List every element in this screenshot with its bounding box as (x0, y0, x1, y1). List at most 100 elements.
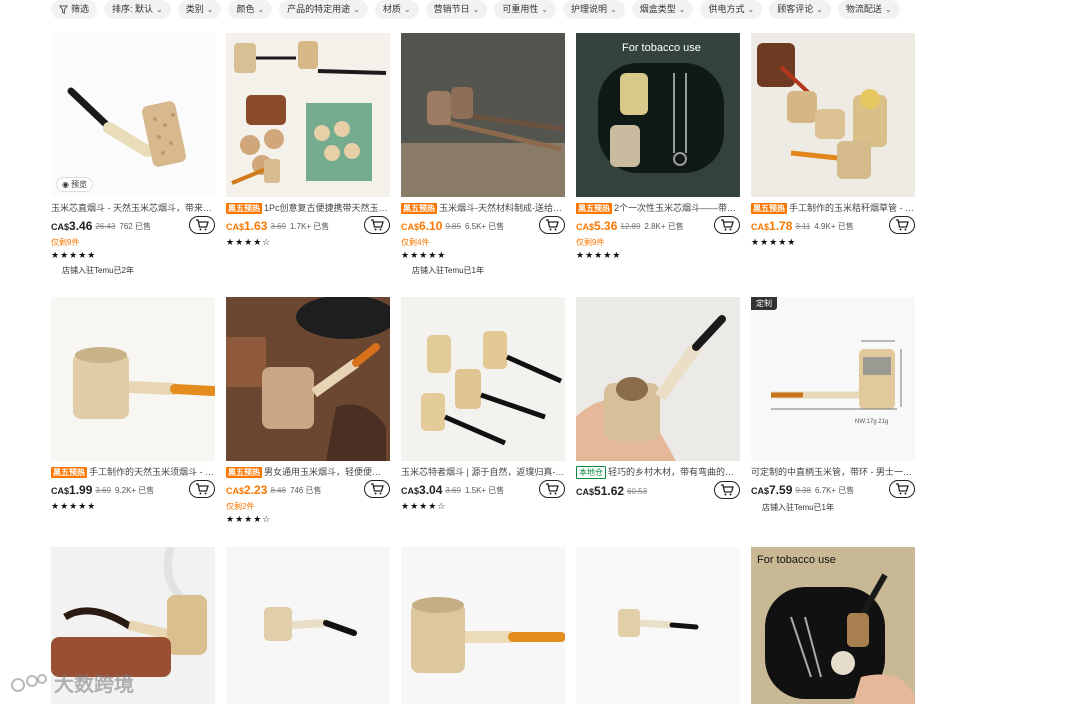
reviews-dropdown[interactable]: 顾客评论 ⌄ (769, 0, 831, 19)
product-image[interactable] (576, 547, 740, 704)
add-to-cart-button[interactable] (189, 480, 215, 498)
power-dropdown[interactable]: 供电方式 ⌄ (700, 0, 763, 19)
product-title[interactable]: 本地仓 轻巧的乡村木材，带有弯曲的黑色... (576, 466, 740, 479)
rating-stars: ★★★★★ (401, 250, 447, 260)
preview-badge[interactable]: ◉ 预览 (56, 177, 93, 192)
original-price: 9.38 (795, 485, 811, 495)
add-to-cart-button[interactable] (714, 216, 740, 234)
small-pipe-image (226, 547, 390, 704)
category-dropdown[interactable]: 类别 ⌄ (177, 0, 222, 19)
product-card[interactable]: For tobacco use 黑五预热 2个一次性玉米芯烟斗——带滤... CA… (576, 33, 740, 297)
product-card[interactable] (401, 547, 565, 704)
add-to-cart-button[interactable] (889, 216, 915, 234)
product-card[interactable]: For tobacco use (751, 547, 915, 704)
usage-dropdown[interactable]: 产品的特定用途 ⌄ (279, 0, 368, 19)
reusability-dropdown[interactable]: 可重用性 ⌄ (494, 0, 557, 19)
holiday-dropdown[interactable]: 营销节日 ⌄ (425, 0, 488, 19)
sort-dropdown[interactable]: 排序: 默认 ⌄ (104, 0, 171, 19)
product-card[interactable]: 黑五预热 手工制作的天然玉米须烟斗 - 可... CA$1.99 3.69 9.2… (51, 297, 215, 547)
product-title[interactable]: 可定制的中直柄玉米管，带环 - 男士一次... (751, 466, 915, 478)
product-image[interactable] (401, 33, 565, 197)
image-caption: NW:17g 21g (855, 419, 888, 425)
product-card[interactable]: 黑五预热 玉米烟斗-天然材料制成-送给父... CA$6.10 9.85 6.5K… (401, 33, 565, 297)
product-title[interactable]: 黑五预热 手工制作的天然玉米须烟斗 - 可... (51, 466, 215, 478)
holiday-label: 营销节日 (433, 4, 470, 14)
add-to-cart-button[interactable] (889, 480, 915, 498)
filter-button[interactable]: 筛选 (51, 0, 98, 19)
reusability-label: 可重用性 (502, 4, 539, 14)
price-row: CA$2.23 8.48 746 已售 (226, 480, 390, 499)
chevron-down-icon: ⌄ (541, 5, 549, 14)
product-card[interactable]: ◉ 预览 玉米芯直烟斗 - 天然玉米芯烟斗，带来顺... CA$3.46 26.… (51, 33, 215, 297)
product-title-text: 手工制作的天然玉米须烟斗 - 可... (89, 467, 215, 477)
sold-count: 6.7K+ 已售 (814, 485, 855, 495)
add-to-cart-button[interactable] (364, 480, 390, 498)
product-image[interactable] (401, 547, 565, 704)
stock-warning: 仅剩9件 (51, 238, 80, 247)
add-to-cart-button[interactable] (364, 216, 390, 234)
currency: CA$ (751, 486, 770, 496)
product-card[interactable]: NW:17g 21g 定制 可定制的中直柄玉米管，带环 - 男士一次... CA… (751, 297, 915, 547)
corncob-pipe-image (51, 297, 215, 461)
product-card[interactable]: 玉米芯特者烟斗 | 源于自然，返璞归真---... CA$3.04 3.69 1… (401, 297, 565, 547)
product-image[interactable] (401, 297, 565, 461)
add-to-cart-button[interactable] (714, 481, 740, 499)
product-title[interactable]: 黑五预热 手工制作的玉米秸秆烟草管 - 天... (751, 202, 915, 214)
currency: CA$ (226, 486, 245, 496)
original-price: 3.11 (795, 221, 811, 231)
case-type-dropdown[interactable]: 烟盒类型 ⌄ (631, 0, 694, 19)
product-title-text: 手工制作的玉米秸秆烟草管 - 天... (789, 203, 915, 213)
add-to-cart-button[interactable] (539, 480, 565, 498)
product-image[interactable] (751, 33, 915, 197)
price-value: 1.63 (244, 219, 268, 233)
product-title[interactable]: 黑五预热 2个一次性玉米芯烟斗——带滤... (576, 202, 740, 214)
product-card[interactable]: 黑五预热 男女通用玉米烟斗，轻便便携式... CA$2.23 8.48 746 已… (226, 297, 390, 547)
product-title[interactable]: 黑五预热 男女通用玉米烟斗，轻便便携式... (226, 466, 390, 478)
product-image[interactable] (226, 547, 390, 704)
currency: CA$ (226, 222, 245, 232)
power-label: 供电方式 (708, 4, 745, 14)
cart-icon (721, 219, 734, 231)
case-type-label: 烟盒类型 (639, 4, 676, 14)
product-card[interactable]: 黑五预热 1Pc创意复古便捷携带天然玉米... CA$1.63 3.69 1.7K… (226, 33, 390, 297)
color-dropdown[interactable]: 颜色 ⌄ (228, 0, 273, 19)
sold-count: 746 已售 (289, 485, 322, 495)
rating-stars: ★★★★★ (751, 237, 797, 247)
product-card[interactable] (226, 547, 390, 704)
price-row: CA$3.46 26.43 762 已售 (51, 216, 215, 235)
product-row: 黑五预热 手工制作的天然玉米须烟斗 - 可... CA$1.99 3.69 9.2… (51, 297, 915, 547)
product-title[interactable]: 玉米芯特者烟斗 | 源于自然，返璞归真---... (401, 466, 565, 478)
pipe-case-in-hand-image: For tobacco use (751, 547, 915, 704)
price: CA$51.62 (576, 484, 624, 498)
product-title[interactable]: 黑五预热 1Pc创意复古便捷携带天然玉米... (226, 202, 390, 214)
product-grid: ◉ 预览 玉米芯直烟斗 - 天然玉米芯烟斗，带来顺... CA$3.46 26.… (51, 33, 915, 704)
product-card[interactable]: 黑五预热 手工制作的玉米秸秆烟草管 - 天... CA$1.78 3.11 4.9… (751, 33, 915, 297)
add-to-cart-button[interactable] (189, 216, 215, 234)
product-image[interactable] (226, 33, 390, 197)
product-image[interactable] (51, 297, 215, 461)
sold-count: 2.8K+ 已售 (644, 221, 684, 231)
product-image[interactable]: For tobacco use (751, 547, 915, 704)
shipping-label: 物流配送 (845, 4, 882, 14)
cart-icon (196, 483, 209, 495)
material-dropdown[interactable]: 材质 ⌄ (374, 0, 419, 19)
pipe-dimension-image: NW:17g 21g (751, 297, 915, 461)
product-title[interactable]: 玉米芯直烟斗 - 天然玉米芯烟斗，带来顺... (51, 202, 215, 214)
product-card[interactable]: 本地仓 轻巧的乡村木材，带有弯曲的黑色... CA$51.62 60.53 (576, 297, 740, 547)
care-dropdown[interactable]: 护理说明 ⌄ (563, 0, 625, 19)
product-image[interactable] (226, 297, 390, 461)
care-label: 护理说明 (571, 4, 608, 14)
product-image[interactable]: NW:17g 21g 定制 (751, 297, 915, 461)
original-price: 9.85 (445, 221, 461, 231)
shipping-dropdown[interactable]: 物流配送 ⌄ (837, 0, 900, 19)
product-card[interactable] (576, 547, 740, 704)
product-image[interactable] (576, 297, 740, 461)
image-caption: For tobacco use (622, 42, 701, 54)
price: CA$7.59 (751, 483, 792, 497)
category-label: 类别 (185, 4, 204, 14)
product-title[interactable]: 黑五预热 玉米烟斗-天然材料制成-送给父... (401, 202, 565, 214)
product-image[interactable]: ◉ 预览 (51, 33, 215, 197)
product-image[interactable]: For tobacco use (576, 33, 740, 197)
add-to-cart-button[interactable] (539, 216, 565, 234)
original-price: 60.53 (627, 486, 648, 496)
